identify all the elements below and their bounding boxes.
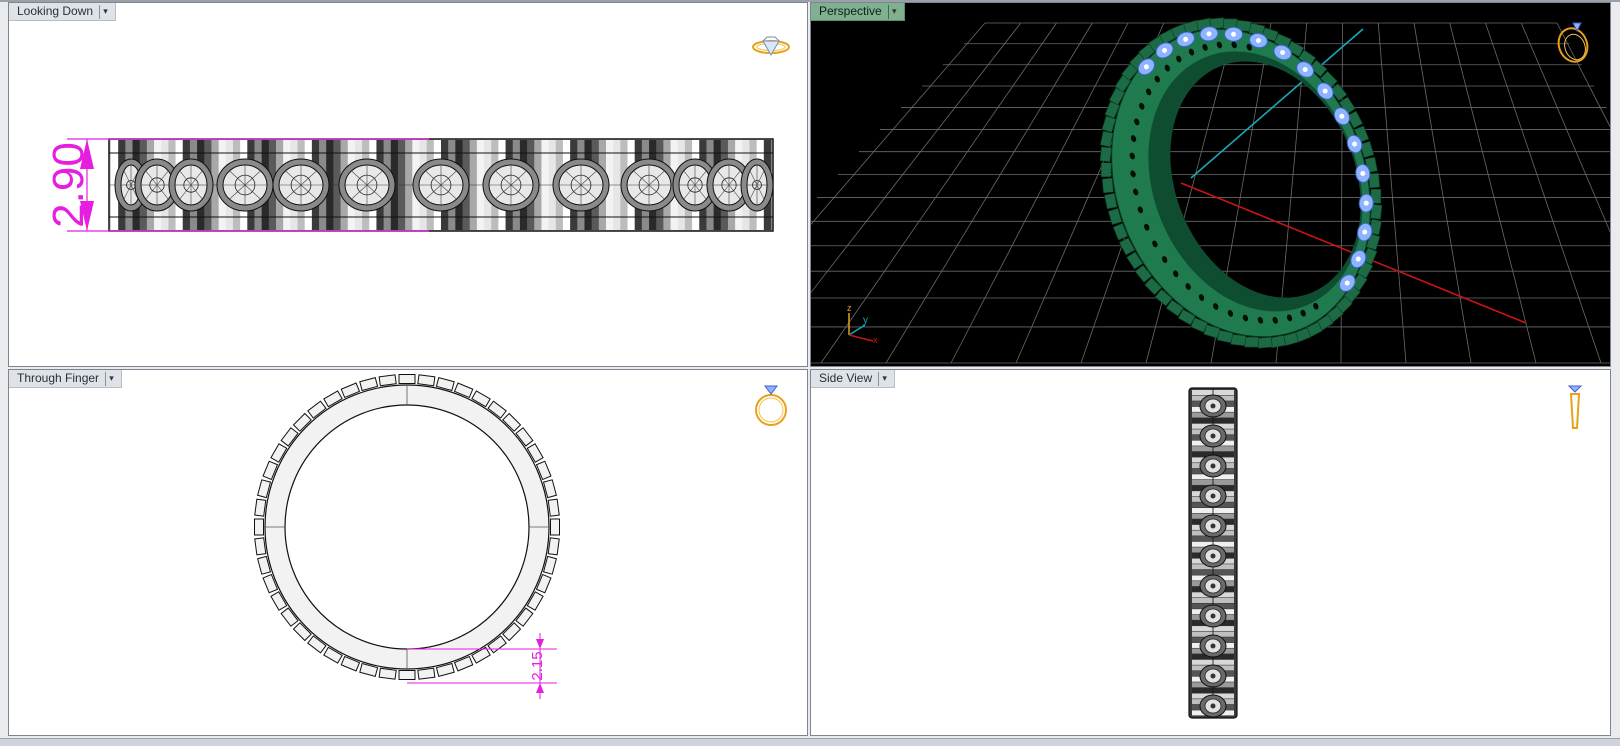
gem-top bbox=[338, 158, 396, 212]
viewport-tab-through-finger[interactable]: Through Finger ▾ bbox=[9, 370, 123, 388]
viewport-looking-down[interactable]: 2.90 Looking Down ▾ bbox=[8, 2, 808, 367]
dimension-label: 2.15 bbox=[529, 651, 546, 680]
viewport-side-view[interactable]: Side View ▾ bbox=[810, 369, 1611, 736]
gem-side bbox=[1199, 544, 1227, 568]
axis-label-x: x bbox=[873, 335, 878, 345]
ring-top-view-icon[interactable] bbox=[749, 33, 793, 61]
viewport-tab-side-view[interactable]: Side View ▾ bbox=[811, 370, 896, 388]
dimension-label: 2.90 bbox=[44, 142, 93, 228]
front-view-drawing: 2.15 bbox=[254, 374, 560, 699]
perspective-drawing bbox=[811, 17, 1610, 364]
ring-front-view-icon[interactable] bbox=[749, 380, 793, 430]
viewport-tab-looking-down[interactable]: Looking Down ▾ bbox=[9, 3, 117, 21]
viewport-tab-label: Looking Down bbox=[17, 4, 94, 18]
ring-band-perspective bbox=[1099, 17, 1383, 349]
ring-perspective-icon[interactable] bbox=[1551, 17, 1595, 67]
gem-top bbox=[740, 158, 774, 212]
gem-side bbox=[1199, 694, 1227, 718]
viewport-tab-label: Through Finger bbox=[17, 371, 100, 385]
axis-triad: z y x bbox=[847, 303, 878, 345]
axis-label-z: z bbox=[847, 303, 852, 313]
gem-side bbox=[1199, 424, 1227, 448]
viewport-tab-label: Perspective bbox=[819, 4, 882, 18]
gem-side bbox=[1199, 484, 1227, 508]
axis-label-y: y bbox=[863, 315, 868, 326]
gem-top bbox=[412, 158, 470, 212]
gem-side bbox=[1199, 574, 1227, 598]
gem-top bbox=[168, 158, 214, 212]
ring-band-top bbox=[108, 138, 774, 232]
side-view-drawing bbox=[1188, 387, 1238, 719]
ring-profile bbox=[254, 374, 560, 680]
gem-side bbox=[1199, 634, 1227, 658]
gem-top bbox=[216, 158, 274, 212]
viewport-perspective[interactable]: z y x Perspective ▾ bbox=[810, 2, 1611, 367]
top-view-drawing: 2.90 bbox=[44, 138, 774, 232]
gem-top bbox=[552, 158, 610, 212]
viewport-tab-label: Side View bbox=[819, 371, 873, 385]
gem-side bbox=[1199, 454, 1227, 478]
gem-top bbox=[482, 158, 540, 212]
ring-side-view-icon[interactable] bbox=[1563, 380, 1587, 434]
ring-band-side bbox=[1188, 387, 1238, 719]
gem-top bbox=[272, 158, 330, 212]
chevron-down-icon[interactable]: ▾ bbox=[878, 371, 890, 386]
gem-side bbox=[1199, 394, 1227, 418]
gem-side bbox=[1199, 514, 1227, 538]
gem-side bbox=[1199, 664, 1227, 688]
viewport-tab-perspective[interactable]: Perspective ▾ bbox=[811, 3, 905, 21]
viewport-through-finger[interactable]: 2.15 Through Finger ▾ bbox=[8, 369, 808, 736]
chevron-down-icon[interactable]: ▾ bbox=[887, 4, 900, 19]
chevron-down-icon[interactable]: ▾ bbox=[99, 4, 111, 19]
gem-side bbox=[1199, 604, 1227, 628]
chevron-down-icon[interactable]: ▾ bbox=[105, 371, 117, 386]
gem-top bbox=[620, 158, 678, 212]
